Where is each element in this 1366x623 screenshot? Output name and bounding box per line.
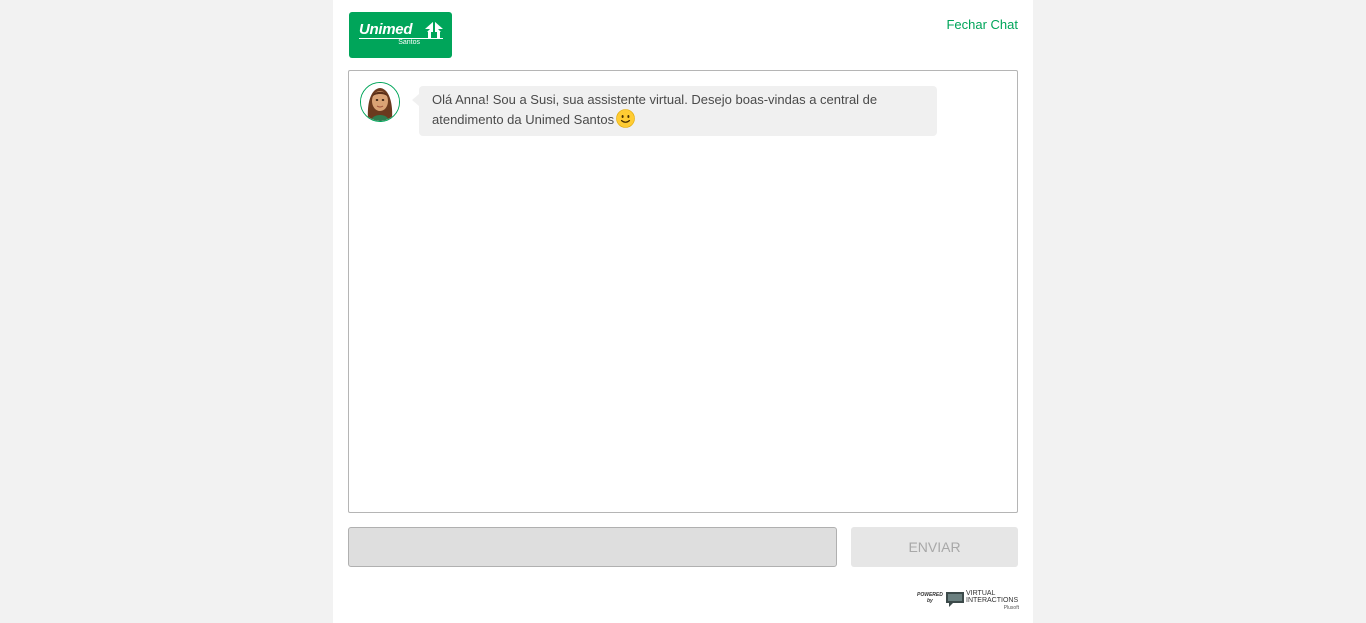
unimed-logo: Unimed Santos [349,12,452,58]
unimed-tree-icon [425,21,443,38]
powered-by-label: POWERED by [917,592,943,604]
bot-message-text: Olá Anna! Sou a Susi, sua assistente vir… [432,92,878,127]
send-button[interactable]: ENVIAR [851,527,1018,567]
brand-line-3: Plusoft [1003,605,1019,611]
chat-page: Unimed Santos Fechar Chat Olá Anna! Sou … [333,0,1033,623]
message-input[interactable] [348,527,837,567]
close-chat-link[interactable]: Fechar Chat [946,17,1018,32]
slightly-smiling-face-icon [616,109,635,128]
chat-messages-panel[interactable]: Olá Anna! Sou a Susi, sua assistente vir… [348,70,1018,513]
logo-wordmark: Unimed [359,21,413,38]
bot-message-bubble: Olá Anna! Sou a Susi, sua assistente vir… [412,86,937,136]
susi-avatar-icon [360,82,400,122]
powered-by-badge: POWERED by VIRTUAL INTERACTIONS Plusoft [917,590,1021,614]
speech-bubble-icon [946,592,964,607]
brand-line-2: INTERACTIONS [966,597,1019,604]
powered-label-line-2: by [927,598,933,604]
logo-subtitle: Santos [398,39,420,46]
